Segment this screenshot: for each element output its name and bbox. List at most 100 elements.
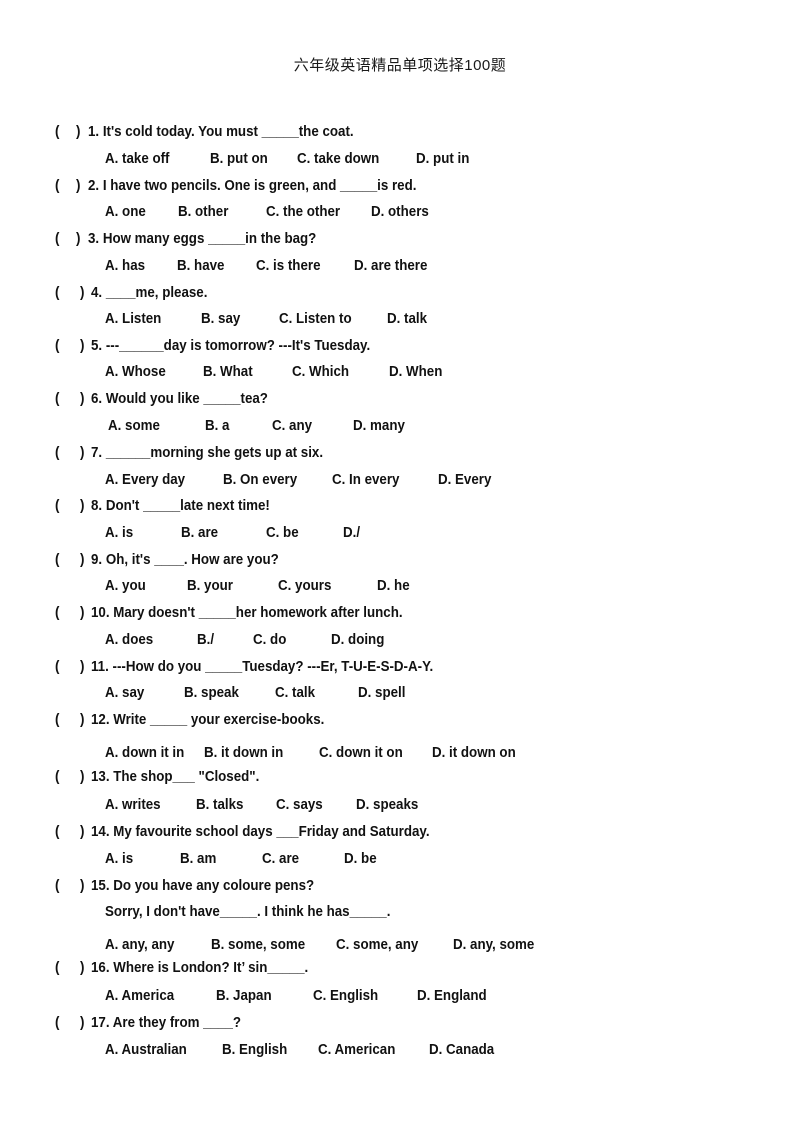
- answer-paren-close: ): [79, 338, 85, 354]
- question-stem: 5. ---______day is tomorrow? ---It's Tue…: [90, 338, 371, 354]
- option-d: D. put in: [415, 151, 470, 167]
- option-c: C. do: [253, 632, 287, 648]
- option-b: B. Japan: [215, 988, 272, 1004]
- question-stem: 1. It's cold today. You must _____the co…: [87, 124, 354, 140]
- option-a: A. writes: [104, 797, 161, 813]
- option-d: D. spell: [357, 685, 406, 701]
- question-stem: 8. Don't _____late next time!: [90, 498, 270, 514]
- option-b: B. your: [186, 578, 233, 594]
- option-b: B. it down in: [203, 745, 284, 761]
- answer-paren-close: ): [75, 231, 81, 247]
- option-a: A. Listen: [104, 311, 162, 327]
- answer-paren-close: ): [79, 878, 85, 894]
- option-a: A. has: [104, 258, 146, 274]
- answer-paren-open: (: [54, 1015, 60, 1031]
- option-c: C. American: [317, 1042, 396, 1058]
- option-a: A. you: [104, 578, 146, 594]
- answer-paren-open: (: [54, 712, 60, 728]
- option-c: C. be: [265, 525, 299, 541]
- question-stem: 7. ______morning she gets up at six.: [90, 445, 324, 461]
- answer-paren-open: (: [54, 659, 60, 675]
- option-a: A. Whose: [104, 364, 166, 380]
- option-d: D./: [342, 525, 361, 541]
- answer-paren-close: ): [79, 605, 85, 621]
- option-c: C. are: [261, 851, 300, 867]
- option-c: C. says: [276, 797, 323, 813]
- question-stem: 2. I have two pencils. One is green, and…: [87, 178, 417, 194]
- question-stem: 4. ____me, please.: [90, 285, 208, 301]
- option-d: D. it down on: [431, 745, 516, 761]
- option-a: A. does: [104, 632, 154, 648]
- option-b: B. am: [179, 851, 217, 867]
- option-d: D. any, some: [452, 937, 535, 953]
- answer-paren-open: (: [54, 338, 60, 354]
- option-c: C. Listen to: [278, 311, 352, 327]
- answer-paren-close: ): [79, 552, 85, 568]
- option-c: C. the other: [265, 204, 341, 220]
- answer-paren-open: (: [54, 769, 60, 785]
- question-stem: 6. Would you like _____tea?: [90, 391, 268, 407]
- answer-paren-close: ): [75, 178, 81, 194]
- option-c: C. talk: [274, 685, 316, 701]
- answer-paren-close: ): [75, 124, 81, 140]
- answer-paren-close: ): [79, 769, 85, 785]
- option-b: B. have: [176, 258, 225, 274]
- option-d: D. When: [388, 364, 443, 380]
- option-d: D. doing: [330, 632, 385, 648]
- answer-paren-open: (: [54, 824, 60, 840]
- answer-paren-open: (: [54, 285, 60, 301]
- answer-paren-open: (: [54, 231, 60, 247]
- option-d: D. many: [352, 418, 405, 434]
- answer-paren-open: (: [54, 391, 60, 407]
- answer-paren-close: ): [79, 960, 85, 976]
- option-d: D. speaks: [355, 797, 419, 813]
- option-c: C. is there: [255, 258, 321, 274]
- option-a: A. Australian: [104, 1042, 187, 1058]
- answer-paren-close: ): [79, 1015, 85, 1031]
- answer-paren-close: ): [79, 824, 85, 840]
- answer-paren-open: (: [54, 605, 60, 621]
- option-d: D. Every: [437, 472, 492, 488]
- option-b: B. talks: [195, 797, 244, 813]
- option-a: A. America: [104, 988, 175, 1004]
- option-b: B. some, some: [210, 937, 306, 953]
- option-a: A. any, any: [104, 937, 175, 953]
- question-stem: 11. ---How do you _____Tuesday? ---Er, T…: [90, 659, 434, 675]
- question-stem: 14. My favourite school days ___Friday a…: [90, 824, 430, 840]
- option-b: B. a: [204, 418, 230, 434]
- option-d: D. others: [370, 204, 429, 220]
- option-b: B. What: [202, 364, 253, 380]
- option-b: B. English: [221, 1042, 288, 1058]
- option-b: B. On every: [222, 472, 298, 488]
- answer-paren-close: ): [79, 445, 85, 461]
- option-c: C. English: [312, 988, 379, 1004]
- option-d: D. talk: [386, 311, 428, 327]
- answer-paren-open: (: [54, 124, 60, 140]
- answer-paren-close: ): [79, 659, 85, 675]
- option-a: A. take off: [104, 151, 170, 167]
- option-d: D. England: [416, 988, 487, 1004]
- option-c: C. some, any: [335, 937, 419, 953]
- option-b: B. say: [200, 311, 241, 327]
- question-stem: 17. Are they from ____?: [90, 1015, 242, 1031]
- option-a: A. is: [104, 851, 134, 867]
- option-a: A. down it in: [104, 745, 185, 761]
- answer-paren-close: ): [79, 285, 85, 301]
- option-b: B. speak: [184, 685, 239, 701]
- answer-paren-open: (: [54, 552, 60, 568]
- question-stem: 9. Oh, it's ____. How are you?: [90, 552, 279, 568]
- option-a: A. is: [104, 525, 134, 541]
- answer-paren-open: (: [54, 178, 60, 194]
- question-sub-text: Sorry, I don't have_____. I think he has…: [104, 904, 391, 920]
- answer-paren-open: (: [54, 498, 60, 514]
- option-c: C. take down: [296, 151, 380, 167]
- question-stem: 15. Do you have any coloure pens?: [90, 878, 315, 894]
- option-a: A. some: [107, 418, 160, 434]
- document-title: 六年级英语精品单项选择100题: [293, 57, 507, 74]
- option-c: C. yours: [277, 578, 332, 594]
- answer-paren-open: (: [54, 960, 60, 976]
- option-d: D. are there: [353, 258, 428, 274]
- answer-paren-open: (: [54, 445, 60, 461]
- option-a: A. one: [104, 204, 146, 220]
- answer-paren-close: ): [79, 498, 85, 514]
